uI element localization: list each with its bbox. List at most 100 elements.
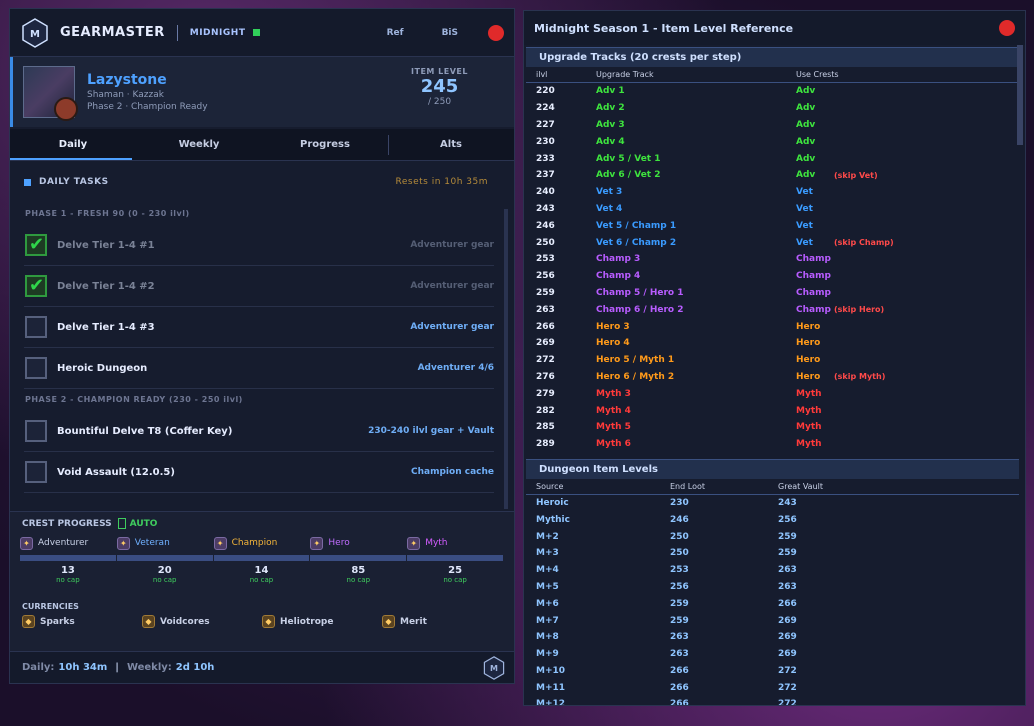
track-row: 246 Vet 5 / Champ 1 Vet — [524, 217, 1025, 234]
footer-timers: Daily: 10h 34m | Weekly: 2d 10h M — [10, 651, 514, 683]
reference-close-button[interactable] — [999, 20, 1015, 36]
dungeon-source: Heroic — [536, 497, 569, 508]
dungeon-source: M+3 — [536, 548, 559, 559]
crest-cap: no cap — [56, 576, 80, 584]
crest-name-row: ✦ Champion — [213, 535, 310, 551]
task-checkbox[interactable] — [25, 357, 47, 379]
dungeon-end-loot: 230 — [670, 497, 689, 508]
dungeon-source: Mythic — [536, 514, 570, 525]
dungeon-row: M+8 263 269 — [524, 629, 1025, 646]
task-checkbox[interactable] — [25, 316, 47, 338]
task-row: Heroic Dungeon Adventurer 4/6 — [24, 348, 494, 389]
dungeon-row: M+4 253 263 — [524, 562, 1025, 579]
gearmaster-logo-icon: M — [20, 17, 50, 48]
tab-weekly[interactable]: Weekly — [136, 129, 262, 160]
track-ilvl: 250 — [536, 237, 555, 248]
crest-cap: no cap — [346, 576, 371, 584]
dungeon-vault: 269 — [778, 615, 797, 626]
task-checkbox[interactable] — [25, 234, 47, 256]
dungeon-vault: 272 — [778, 665, 797, 676]
daily-timer-value: 10h 34m — [58, 662, 108, 673]
dungeon-end-loot: 250 — [670, 548, 689, 559]
task-checkbox[interactable] — [25, 420, 47, 442]
bis-button[interactable]: BiS — [442, 28, 458, 38]
currency-item: ◆ Voidcores — [142, 615, 262, 628]
track-note: (skip Vet) — [834, 170, 878, 180]
col-source: Source — [536, 481, 564, 491]
footer-separator: | — [115, 662, 119, 673]
task-checkbox[interactable] — [25, 461, 47, 483]
track-row: 272 Hero 5 / Myth 1 Hero — [524, 352, 1025, 369]
col-ilvl: ilvl — [536, 70, 548, 79]
character-name[interactable]: Lazystone — [87, 72, 208, 88]
dungeon-vault: 259 — [778, 531, 797, 542]
track-note: (skip Myth) — [834, 372, 886, 382]
dungeon-row: M+9 263 269 — [524, 646, 1025, 663]
dungeon-source: M+5 — [536, 581, 559, 592]
track-row: 263 Champ 6 / Hero 2 Champ (skip Hero) — [524, 301, 1025, 318]
col-use-crests: Use Crests — [796, 70, 839, 79]
task-row: Void Assault (12.0.5) Champion cache — [24, 452, 494, 493]
task-checkbox[interactable] — [25, 275, 47, 297]
task-reward: 230-240 ilvl gear + Vault — [368, 426, 494, 436]
daily-tasks-panel: DAILY TASKS Resets in 10h 35m PHASE 1 - … — [10, 161, 514, 511]
currency-icon: ◆ — [262, 615, 275, 628]
gearmaster-footer-icon[interactable]: M — [482, 655, 506, 680]
tab-daily[interactable]: Daily — [10, 129, 136, 160]
track-row: 282 Myth 4 Myth — [524, 402, 1025, 419]
reference-header: Midnight Season 1 - Item Level Reference — [524, 11, 1025, 45]
weekly-timer-label: Weekly: — [126, 662, 172, 673]
track-row: 224 Adv 2 Adv — [524, 100, 1025, 117]
track-name: Adv 1 — [596, 86, 625, 97]
track-name: Myth 3 — [596, 388, 631, 399]
dungeon-end-loot: 263 — [670, 649, 689, 660]
close-button[interactable] — [488, 24, 504, 41]
dungeon-item-levels-title: Dungeon Item Levels — [526, 458, 1019, 479]
track-name: Adv 2 — [596, 103, 625, 114]
dungeon-end-loot: 253 — [670, 565, 689, 576]
crest-progress-bar — [213, 555, 310, 561]
crest-list: ✦ Adventurer 13 no cap ✦ Veteran 20 no cap ✦ Cham… — [10, 535, 514, 584]
track-row: 256 Champ 4 Champ — [524, 268, 1025, 285]
dungeon-end-loot: 266 — [670, 699, 689, 706]
tab-progress[interactable]: Progress — [262, 129, 388, 160]
dungeon-end-loot: 266 — [670, 665, 689, 676]
track-name: Vet 5 / Champ 1 — [596, 220, 677, 231]
gearmaster-panel: M GEARMASTER MIDNIGHT Ref BiS Lazystone … — [9, 8, 515, 684]
track-crest: Hero — [796, 355, 821, 366]
dungeon-vault: 259 — [778, 548, 797, 559]
dungeon-source: M+6 — [536, 598, 559, 609]
task-name: Void Assault (12.0.5) — [57, 466, 175, 478]
task-scrollbar[interactable] — [504, 209, 508, 509]
ref-button[interactable]: Ref — [387, 28, 404, 38]
track-row: 233 Adv 5 / Vet 1 Adv — [524, 150, 1025, 167]
track-name: Hero 3 — [596, 321, 630, 332]
auto-toggle[interactable]: AUTO — [118, 518, 158, 529]
track-note: (skip Champ) — [834, 238, 894, 248]
currency-name: Merit — [400, 616, 427, 627]
weekly-timer-value: 2d 10h — [175, 662, 215, 673]
crest-progress-bar — [407, 555, 503, 561]
track-row: 243 Vet 4 Vet — [524, 201, 1025, 218]
currency-item: ◆ Heliotrope — [262, 615, 382, 628]
item-level-reference-panel: Midnight Season 1 - Item Level Reference… — [523, 10, 1026, 706]
dungeon-end-loot: 266 — [670, 682, 689, 693]
item-level-max: / 250 — [427, 97, 452, 107]
reference-scrollbar[interactable] — [1017, 45, 1023, 145]
dungeon-source: M+11 — [536, 682, 566, 693]
currency-icon: ◆ — [142, 615, 155, 628]
track-crest: Vet — [796, 220, 813, 231]
track-crest: Myth — [796, 388, 822, 399]
track-crest: Champ — [796, 254, 831, 265]
dungeon-end-loot: 246 — [670, 514, 689, 525]
crest-name-row: ✦ Veteran — [116, 535, 213, 551]
dungeon-table: Heroic 230 243 Mythic 246 256 M+2 250 259 M+3 250 2… — [524, 495, 1025, 706]
track-name: Champ 5 / Hero 1 — [596, 287, 684, 298]
dungeon-source: M+8 — [536, 632, 559, 643]
task-row: Bountiful Delve T8 (Coffer Key) 230-240 i… — [24, 411, 494, 452]
crest-icon: ✦ — [213, 536, 227, 550]
dungeon-vault: 266 — [778, 598, 797, 609]
tab-alts[interactable]: Alts — [388, 129, 514, 160]
phase-1-header: PHASE 1 - FRESH 90 (0 - 230 ilvl) — [25, 209, 190, 218]
dungeon-vault: 269 — [778, 649, 797, 660]
